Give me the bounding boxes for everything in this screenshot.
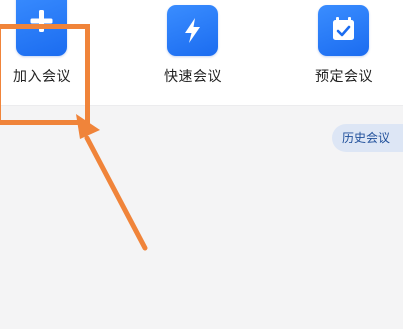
annotation-arrow-icon: [76, 114, 148, 251]
